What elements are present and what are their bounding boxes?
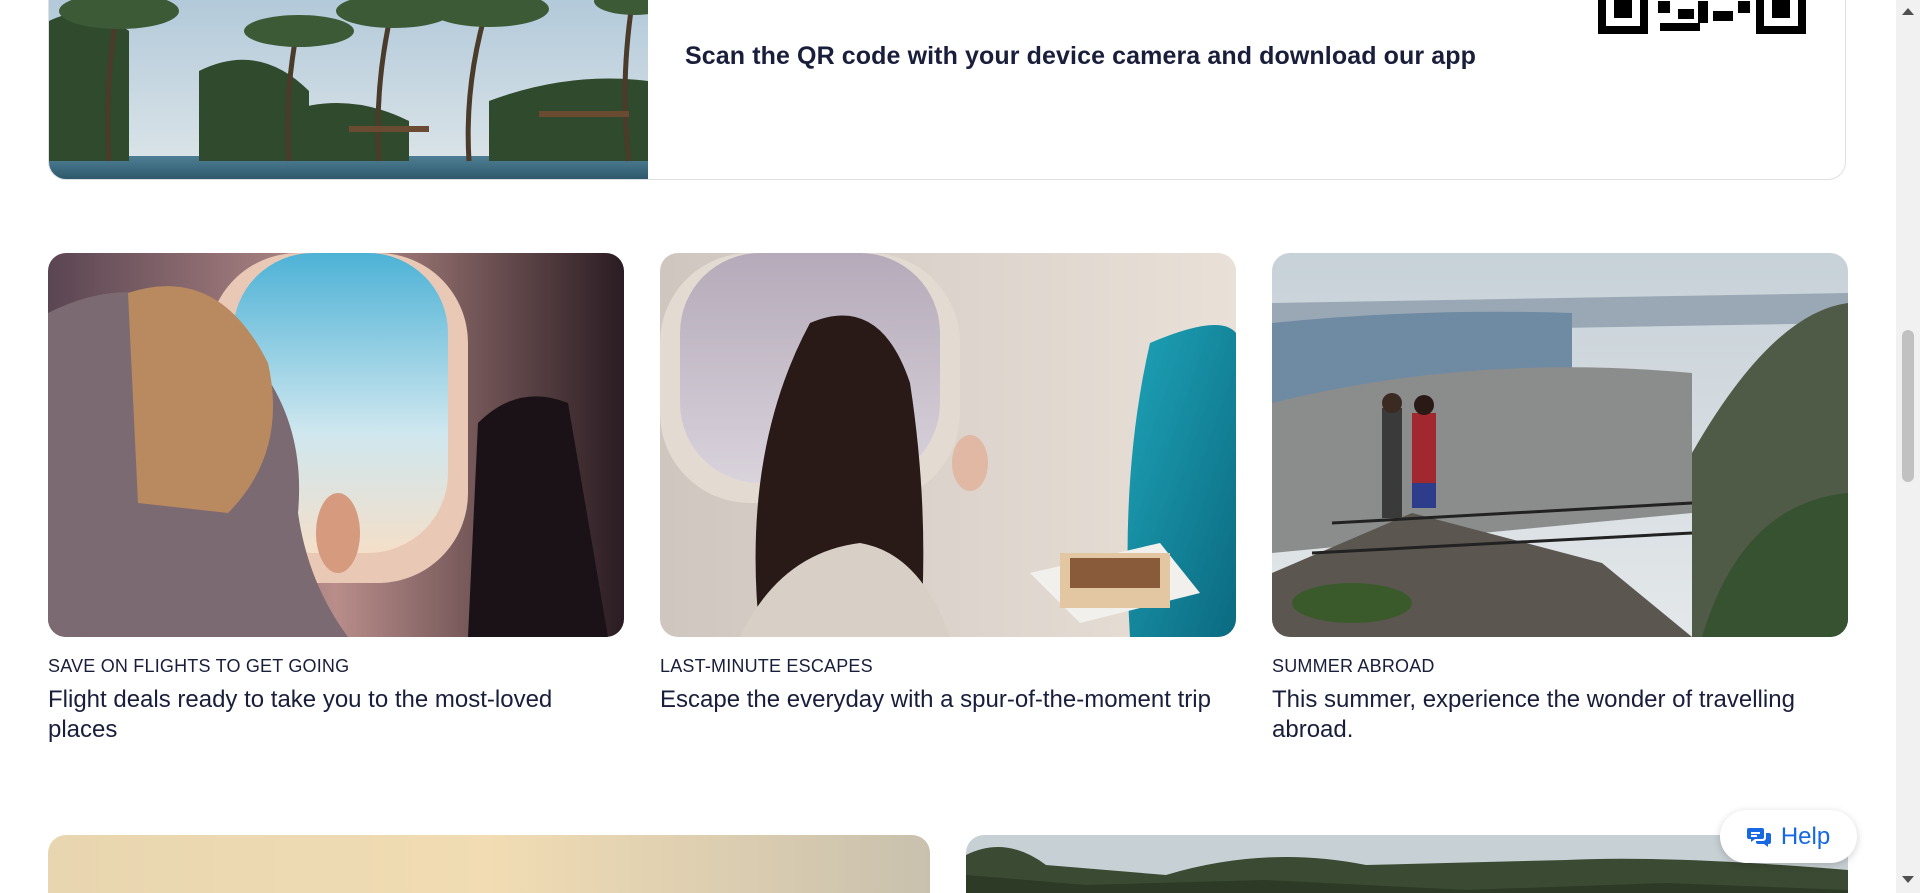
woman-train-window-image <box>660 253 1236 637</box>
chat-bubbles-icon <box>1746 825 1771 849</box>
qr-code-icon <box>1598 0 1845 34</box>
article-card-flight-deals[interactable]: SAVE ON FLIGHTS TO GET GOING Flight deal… <box>48 253 624 745</box>
page: Scan the QR code with your device camera… <box>0 0 1896 893</box>
scrollbar-thumb[interactable] <box>1902 330 1914 482</box>
card-title[interactable]: This summer, experience the wonder of tr… <box>1272 685 1848 745</box>
sunset-image <box>48 835 930 893</box>
card-kicker: SUMMER ABROAD <box>1272 656 1435 676</box>
app-download-banner: Scan the QR code with your device camera… <box>48 0 1846 180</box>
article-card-last-minute[interactable]: LAST-MINUTE ESCAPES Escape the everyday … <box>660 253 1236 715</box>
scroll-down-arrow-icon[interactable] <box>1902 876 1914 883</box>
card-title[interactable]: Escape the everyday with a spur-of-the-m… <box>660 685 1236 715</box>
article-card-summer-abroad[interactable]: SUMMER ABROAD This summer, experience th… <box>1272 253 1848 745</box>
card-kicker: LAST-MINUTE ESCAPES <box>660 656 873 676</box>
vertical-scrollbar[interactable] <box>1896 0 1920 893</box>
resort-palm-trees-image <box>49 0 648 179</box>
help-label: Help <box>1780 822 1831 850</box>
help-button[interactable]: Help <box>1720 810 1857 863</box>
city-viewpoint-image <box>1272 253 1848 637</box>
scroll-up-arrow-icon[interactable] <box>1902 8 1914 15</box>
card-title[interactable]: Flight deals ready to take you to the mo… <box>48 685 624 745</box>
forest-image <box>966 835 1848 893</box>
girl-airplane-window-image <box>48 253 624 637</box>
card-kicker: SAVE ON FLIGHTS TO GET GOING <box>48 656 350 676</box>
promo-text: Scan the QR code with your device camera… <box>685 42 1476 70</box>
